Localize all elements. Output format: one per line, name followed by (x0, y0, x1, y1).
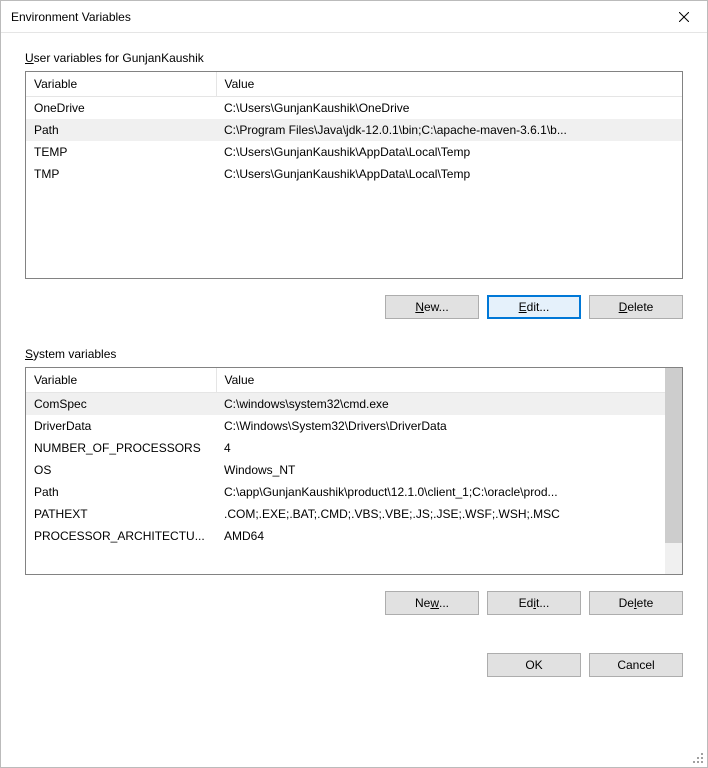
table-row[interactable]: OneDriveC:\Users\GunjanKaushik\OneDrive (26, 97, 682, 120)
user-edit-button[interactable]: Edit... (487, 295, 581, 319)
user-variables-label: User variables for GunjanKaushik (25, 51, 689, 65)
system-variables-table[interactable]: Variable Value ComSpecC:\windows\system3… (25, 367, 683, 575)
user-cell-variable: TMP (26, 163, 216, 185)
user-cell-value: C:\Users\GunjanKaushik\OneDrive (216, 97, 682, 120)
user-cell-value: C:\Program Files\Java\jdk-12.0.1\bin;C:\… (216, 119, 682, 141)
system-cell-variable: PROCESSOR_ARCHITECTU... (26, 525, 216, 547)
table-row[interactable]: PROCESSOR_ARCHITECTU...AMD64 (26, 525, 665, 547)
table-row[interactable]: PATHEXT.COM;.EXE;.BAT;.CMD;.VBS;.VBE;.JS… (26, 503, 665, 525)
titlebar: Environment Variables (1, 1, 707, 33)
system-cell-variable: OS (26, 459, 216, 481)
user-cell-variable: OneDrive (26, 97, 216, 120)
ok-button[interactable]: OK (487, 653, 581, 677)
system-new-button[interactable]: New... (385, 591, 479, 615)
system-col-variable[interactable]: Variable (26, 368, 216, 393)
system-cell-value: C:\windows\system32\cmd.exe (216, 393, 665, 416)
system-cell-variable: ComSpec (26, 393, 216, 416)
user-variables-section: User variables for GunjanKaushik Variabl… (19, 51, 689, 319)
table-row[interactable]: ComSpecC:\windows\system32\cmd.exe (26, 393, 665, 416)
system-edit-button[interactable]: Edit... (487, 591, 581, 615)
user-cell-variable: Path (26, 119, 216, 141)
system-variables-section: System variables Variable Value ComSpecC… (19, 347, 689, 615)
window-title: Environment Variables (11, 10, 131, 24)
resize-grip[interactable] (691, 751, 705, 765)
cancel-button[interactable]: Cancel (589, 653, 683, 677)
system-cell-value: .COM;.EXE;.BAT;.CMD;.VBS;.VBE;.JS;.JSE;.… (216, 503, 665, 525)
system-cell-value: 4 (216, 437, 665, 459)
table-row[interactable]: PathC:\app\GunjanKaushik\product\12.1.0\… (26, 481, 665, 503)
system-cell-variable: DriverData (26, 415, 216, 437)
table-row[interactable]: TMPC:\Users\GunjanKaushik\AppData\Local\… (26, 163, 682, 185)
user-col-variable[interactable]: Variable (26, 72, 216, 97)
table-row[interactable]: TEMPC:\Users\GunjanKaushik\AppData\Local… (26, 141, 682, 163)
table-row[interactable]: NUMBER_OF_PROCESSORS4 (26, 437, 665, 459)
system-cell-value: C:\Windows\System32\Drivers\DriverData (216, 415, 665, 437)
system-cell-variable: Path (26, 481, 216, 503)
user-delete-button[interactable]: Delete (589, 295, 683, 319)
user-cell-value: C:\Users\GunjanKaushik\AppData\Local\Tem… (216, 163, 682, 185)
close-icon (679, 12, 689, 22)
system-delete-button[interactable]: Delete (589, 591, 683, 615)
system-cell-variable: NUMBER_OF_PROCESSORS (26, 437, 216, 459)
system-col-value[interactable]: Value (216, 368, 665, 393)
system-scrollbar[interactable] (665, 368, 682, 574)
system-cell-value: C:\app\GunjanKaushik\product\12.1.0\clie… (216, 481, 665, 503)
system-variables-label: System variables (25, 347, 689, 361)
table-row[interactable]: DriverDataC:\Windows\System32\Drivers\Dr… (26, 415, 665, 437)
user-new-button[interactable]: New... (385, 295, 479, 319)
close-button[interactable] (661, 1, 707, 33)
system-scrollbar-thumb[interactable] (665, 368, 682, 543)
table-row[interactable]: OSWindows_NT (26, 459, 665, 481)
system-cell-variable: PATHEXT (26, 503, 216, 525)
user-variables-table[interactable]: Variable Value OneDriveC:\Users\GunjanKa… (25, 71, 683, 279)
table-row[interactable]: PathC:\Program Files\Java\jdk-12.0.1\bin… (26, 119, 682, 141)
user-col-value[interactable]: Value (216, 72, 682, 97)
user-cell-variable: TEMP (26, 141, 216, 163)
user-cell-value: C:\Users\GunjanKaushik\AppData\Local\Tem… (216, 141, 682, 163)
system-cell-value: AMD64 (216, 525, 665, 547)
system-cell-value: Windows_NT (216, 459, 665, 481)
